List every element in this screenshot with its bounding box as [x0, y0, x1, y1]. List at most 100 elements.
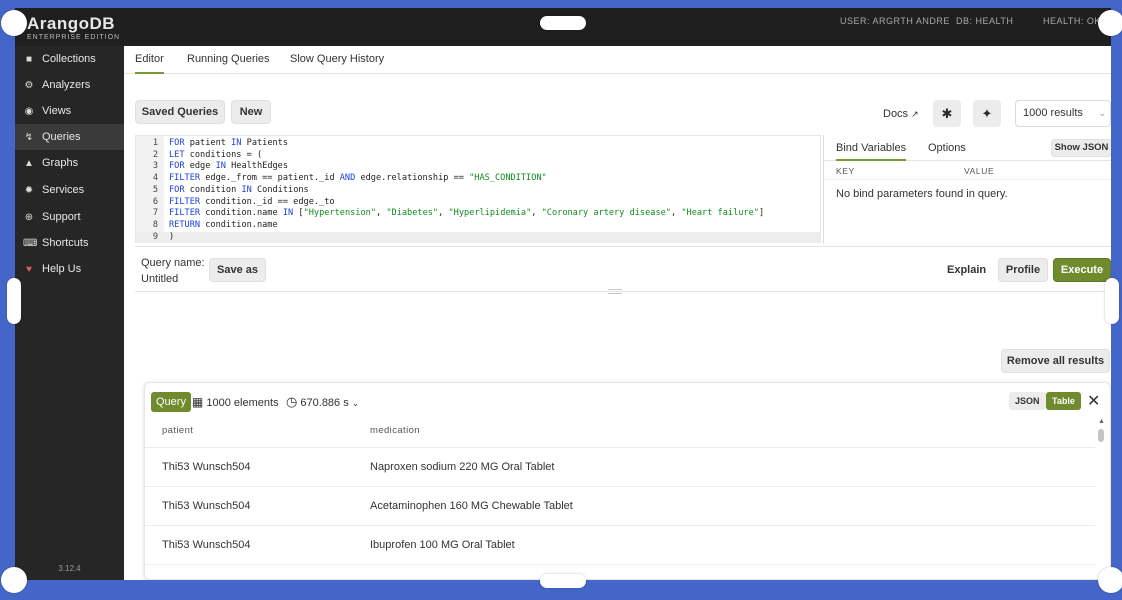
tab-running-queries[interactable]: Running Queries: [187, 46, 270, 74]
sidebar-item-queries[interactable]: ↯ Queries: [15, 124, 124, 150]
sidebar-item-views[interactable]: ◉ Views: [15, 98, 124, 124]
bind-panel-tabs: Bind Variables Options Show JSON: [824, 135, 1111, 161]
code-line[interactable]: 3 FOR edge IN HealthEdges: [136, 161, 820, 173]
code-line[interactable]: 6 FILTER condition._id == edge._to: [136, 197, 820, 209]
table-row[interactable]: Thi53 Wunsch504 Naproxen sodium 220 MG Or…: [145, 447, 1095, 486]
table-row[interactable]: Thi53 Wunsch504 Ibuprofen 100 MG Oral Tab…: [145, 525, 1095, 564]
query-editor[interactable]: 1 FOR patient IN Patients 2 LET conditions …: [135, 135, 821, 244]
code-line[interactable]: 5 FOR condition IN Conditions: [136, 185, 820, 197]
sidebar-item-label: Analyzers: [42, 79, 91, 91]
cell-patient: Thi53 Wunsch504: [162, 461, 251, 473]
sidebar-item-graphs[interactable]: ▲ Graphs: [15, 150, 124, 176]
code-line[interactable]: 2 LET conditions = (: [136, 150, 820, 162]
new-query-button[interactable]: New: [231, 100, 271, 124]
execution-time-label: 670.886 s: [300, 397, 349, 409]
resize-handle-left[interactable]: [7, 278, 21, 324]
results-scrollbar[interactable]: ▲: [1098, 418, 1105, 579]
cell-patient: Thi53 Wunsch504: [162, 578, 250, 579]
sidebar-item-support[interactable]: ⊕ Support: [15, 204, 124, 230]
code-text: LET conditions = (: [169, 149, 263, 160]
remove-all-results-button[interactable]: Remove all results: [1001, 349, 1110, 373]
scrollbar-thumb[interactable]: [1098, 429, 1104, 442]
resize-handle-top[interactable]: [540, 16, 586, 30]
table-row[interactable]: Thi53 Wunsch504 Acetaminophen 21.7 MG/ML …: [145, 564, 1095, 579]
bind-variables-panel: Bind Variables Options Show JSON KEY VAL…: [823, 135, 1111, 244]
code-text: RETURN condition.name: [169, 219, 278, 230]
support-icon: ⊕: [24, 211, 34, 223]
format-query-button[interactable]: ✦: [973, 100, 1001, 127]
query-tag-button[interactable]: Query: [151, 392, 191, 412]
resize-handle-bottom-left[interactable]: [1, 567, 27, 593]
code-line[interactable]: 8 RETURN condition.name: [136, 220, 820, 232]
docs-link[interactable]: Docs ↗: [883, 108, 919, 120]
chevron-down-icon: ⌄: [1098, 108, 1106, 118]
code-line[interactable]: 9): [136, 231, 820, 244]
resize-handle-top-right[interactable]: [1098, 10, 1122, 36]
close-icon[interactable]: ✕: [1087, 391, 1100, 411]
chevron-down-icon: ⌄: [351, 398, 360, 408]
show-json-button[interactable]: Show JSON: [1051, 139, 1111, 157]
table-view-toggle[interactable]: Table: [1046, 392, 1081, 410]
table-grid-icon: ▦: [192, 395, 204, 409]
line-number: 1: [152, 138, 158, 148]
sidebar-item-label: Views: [42, 105, 72, 117]
app-window: ArangoDB ENTERPRISE EDITION USER: ARGRTH…: [15, 8, 1111, 580]
code-line[interactable]: 7 FILTER condition.name IN ["Hypertension…: [136, 208, 820, 220]
resize-handle-top-left[interactable]: [1, 10, 27, 36]
version-label: 3.12.4: [58, 564, 81, 573]
main-content: Editor Running Queries Slow Query Histor…: [124, 46, 1111, 580]
bind-columns-header: KEY VALUE: [824, 162, 1111, 180]
code-text: FILTER edge._from == patient._id AND edg…: [169, 173, 547, 184]
save-as-button[interactable]: Save as: [209, 258, 266, 282]
scroll-up-icon[interactable]: ▲: [1098, 418, 1105, 425]
code-text: ): [169, 231, 175, 242]
results-limit-select[interactable]: 1000 results ⌄: [1015, 100, 1111, 127]
resize-handle-bottom[interactable]: [540, 574, 586, 588]
external-link-icon: ↗: [911, 109, 919, 119]
sidebar-item-label: Queries: [42, 131, 81, 143]
sidebar-item-help-us[interactable]: ♥ Help Us: [15, 256, 124, 282]
tab-editor[interactable]: Editor: [135, 46, 164, 74]
execution-time[interactable]: ◷ 670.886 s ⌄: [286, 392, 359, 412]
app-logo[interactable]: ArangoDB: [27, 14, 115, 34]
profile-button[interactable]: Profile: [998, 258, 1048, 282]
cell-medication: Acetaminophen 160 MG Chewable Tablet: [370, 500, 573, 512]
saved-queries-button[interactable]: Saved Queries: [135, 100, 225, 124]
code-line[interactable]: 1 FOR patient IN Patients: [136, 138, 820, 150]
bind-col-value: VALUE: [964, 166, 995, 176]
table-row[interactable]: Thi53 Wunsch504 Acetaminophen 160 MG Chew…: [145, 486, 1095, 525]
resize-handle-bottom-right[interactable]: [1098, 567, 1122, 593]
code-text: FILTER condition._id == edge._to: [169, 196, 335, 207]
tab-bind-variables[interactable]: Bind Variables: [836, 135, 907, 161]
cell-medication: Acetaminophen 21.7 MG/ML / Dextromethorp…: [370, 578, 980, 579]
sidebar-item-label: Help Us: [42, 263, 82, 275]
health-status[interactable]: HEALTH: OK: [1043, 16, 1101, 26]
graph-icon: ▲: [24, 157, 34, 169]
query-name-value[interactable]: Untitled: [141, 273, 178, 285]
sidebar-item-analyzers[interactable]: ⚙ Analyzers: [15, 72, 124, 98]
debug-button[interactable]: ✱: [933, 100, 961, 127]
resize-handle-right[interactable]: [1105, 278, 1119, 324]
sidebar-item-services[interactable]: ✹ Services: [15, 177, 124, 203]
explain-button[interactable]: Explain: [947, 264, 986, 276]
database-selector[interactable]: DB: HEALTH: [956, 16, 1013, 26]
tab-options[interactable]: Options: [928, 135, 966, 161]
edition-label: ENTERPRISE EDITION: [27, 34, 121, 41]
resize-grip[interactable]: [608, 289, 622, 294]
code-text: FOR condition IN Conditions: [169, 184, 309, 195]
code-line[interactable]: 4 FILTER edge._from == patient._id AND ed…: [136, 173, 820, 185]
tab-slow-query-history[interactable]: Slow Query History: [290, 46, 384, 74]
heart-icon: ♥: [26, 263, 32, 275]
editor-tabs: Editor Running Queries Slow Query Histor…: [124, 46, 1111, 74]
line-number: 2: [152, 149, 158, 160]
eye-icon: ◉: [24, 105, 34, 117]
sidebar-item-collections[interactable]: ■ Collections: [15, 46, 124, 72]
user-menu[interactable]: USER: ARGRTH ANDRE: [840, 16, 950, 26]
json-view-toggle[interactable]: JSON: [1009, 392, 1046, 410]
sidebar-item-shortcuts[interactable]: ⌨ Shortcuts: [15, 230, 124, 256]
execute-button[interactable]: Execute: [1053, 258, 1111, 282]
sidebar-item-label: Graphs: [42, 157, 79, 169]
services-icon: ✹: [24, 184, 34, 196]
clock-icon: ◷: [286, 394, 298, 409]
query-bar: Query name: Untitled Save as Explain Pro…: [135, 246, 1111, 292]
